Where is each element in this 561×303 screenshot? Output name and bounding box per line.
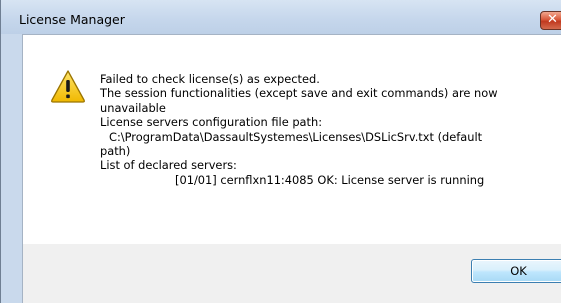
message-line: path) bbox=[100, 144, 131, 159]
license-manager-window: License Manager ✕ Failed to check licens… bbox=[0, 0, 561, 303]
message-text: Failed to check license(s) as expected. … bbox=[100, 72, 550, 187]
window-title: License Manager bbox=[19, 12, 125, 27]
title-bar[interactable]: License Manager ✕ bbox=[1, 0, 561, 34]
config-file-path: C:\ProgramData\DassaultSystemes\Licenses… bbox=[109, 129, 483, 144]
message-line: List of declared servers: bbox=[100, 158, 237, 173]
message-line: The session functionalities (except save… bbox=[100, 86, 498, 101]
server-status-line: [01/01] cernflxn11:4085 OK: License serv… bbox=[175, 172, 485, 187]
close-button[interactable]: ✕ bbox=[540, 11, 561, 30]
message-line: Failed to check license(s) as expected. bbox=[100, 72, 320, 86]
warning-icon bbox=[51, 70, 85, 103]
message-line: License servers configuration file path: bbox=[100, 115, 323, 130]
ok-button[interactable]: OK bbox=[471, 259, 561, 283]
message-panel: Failed to check license(s) as expected. … bbox=[23, 35, 561, 244]
message-line: unavailable bbox=[100, 100, 166, 115]
dialog-client-area: Failed to check license(s) as expected. … bbox=[22, 34, 561, 303]
close-icon: ✕ bbox=[547, 12, 558, 27]
